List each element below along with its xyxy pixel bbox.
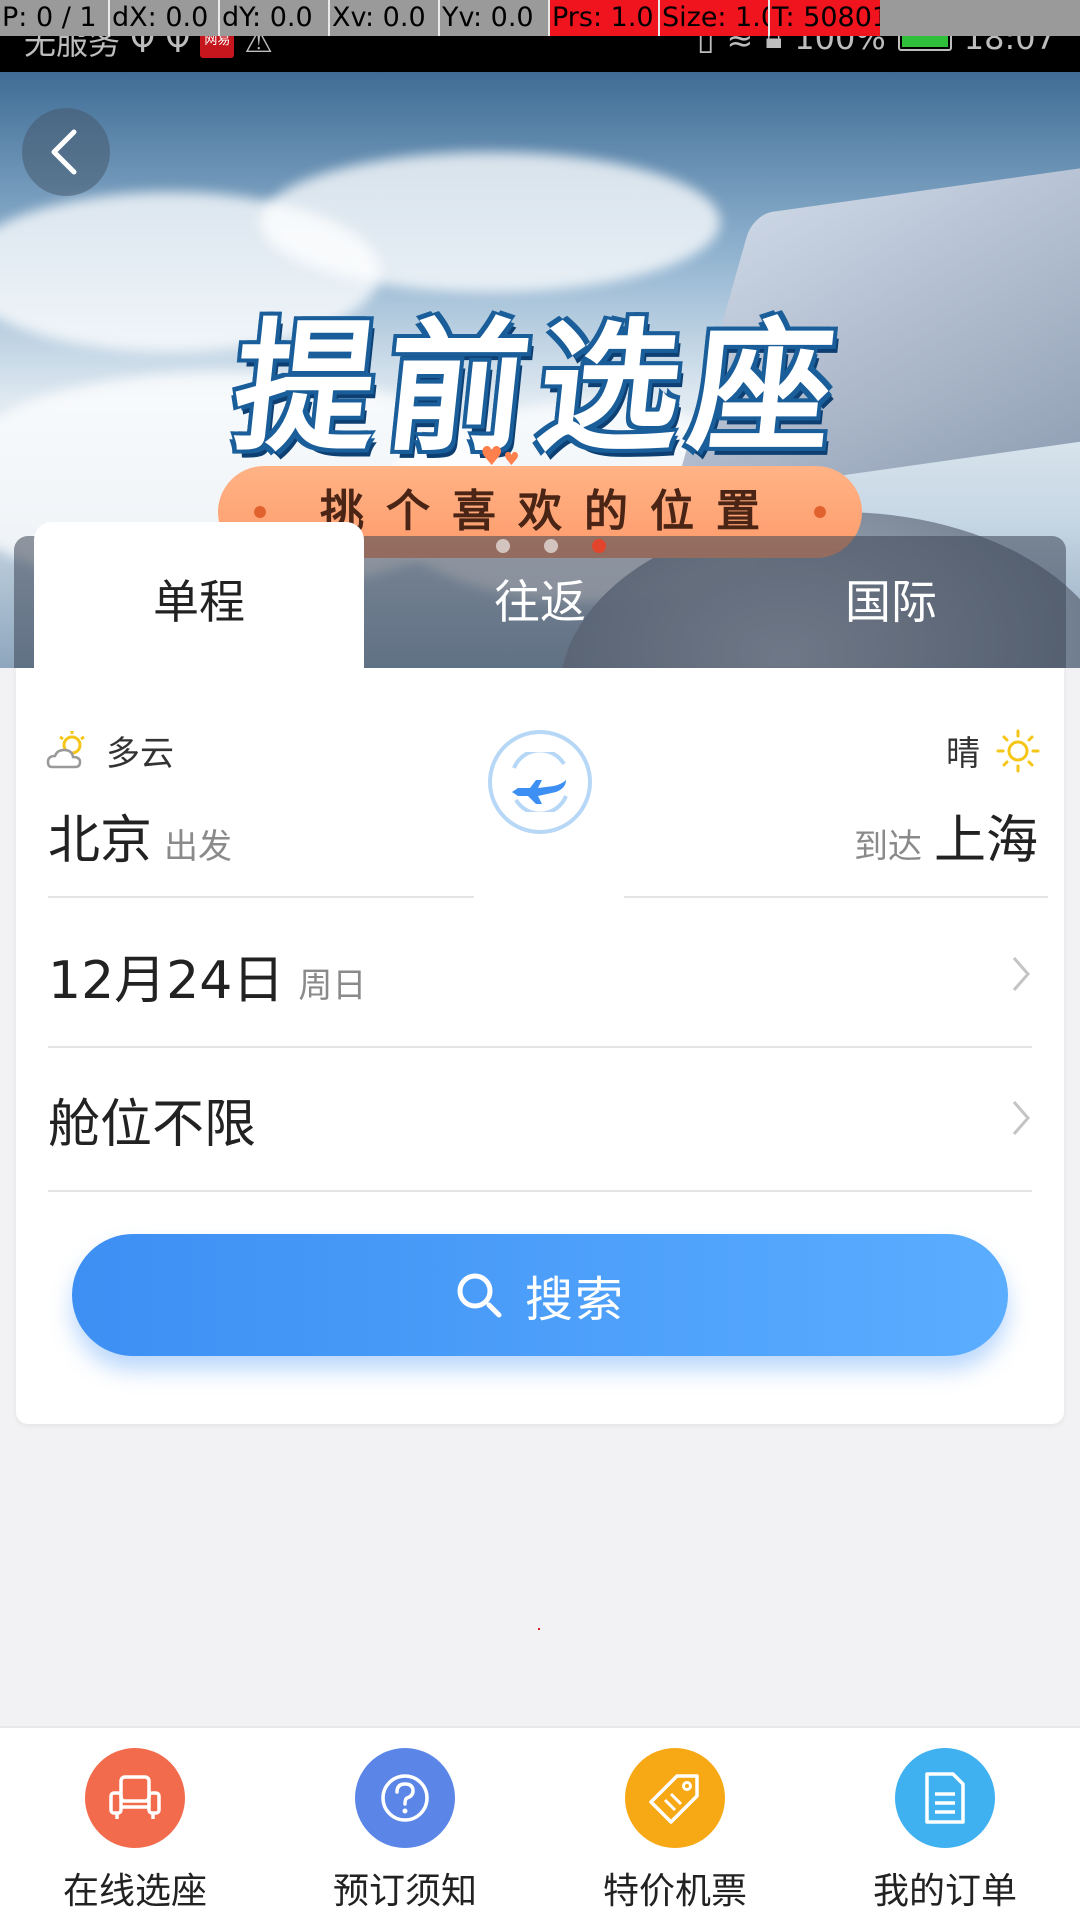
tag-icon — [625, 1748, 725, 1848]
arrival-city-name: 上海 — [933, 811, 1038, 871]
date-picker-row[interactable]: 12月24日 周日 — [48, 904, 1032, 1048]
search-icon — [457, 1273, 502, 1318]
debug-time: T: 508012 — [770, 0, 880, 36]
chevron-right-icon — [1012, 957, 1030, 991]
departure-weather: 多云 — [46, 726, 174, 775]
nav-special-tickets-label: 特价机票 — [602, 1871, 747, 1912]
chevron-right-icon — [1012, 1101, 1030, 1135]
debug-size: Size: 1.0 — [660, 0, 770, 36]
nav-booking-notice[interactable]: 预订须知 — [270, 1728, 540, 1920]
departure-weather-label: 多云 — [106, 734, 174, 774]
pill-dot — [254, 506, 266, 518]
arrival-weather: 晴 — [946, 726, 1040, 775]
debug-pressure: Prs: 1.0 — [550, 0, 660, 36]
departure-city-name: 北京 — [48, 811, 153, 871]
cloudy-sun-icon — [46, 730, 85, 768]
flight-search-form: 多云 晴 北京 出发 到达 上海 12月24日 周日 舱位不限 搜索 — [16, 668, 1064, 1424]
pill-dot — [814, 506, 826, 518]
search-button[interactable]: 搜索 — [72, 1234, 1008, 1356]
nav-booking-notice-label: 预订须知 — [332, 1871, 477, 1912]
chevron-left-icon — [51, 129, 77, 175]
tab-round-trip[interactable]: 往返 — [375, 536, 705, 668]
bottom-nav: 在线选座 预订须知 特价机票 我的订单 — [0, 1726, 1080, 1920]
nav-my-orders[interactable]: 我的订单 — [810, 1728, 1080, 1920]
pager-dot-active — [592, 539, 606, 553]
pager-dot — [544, 539, 558, 553]
departure-hint: 出发 — [164, 827, 233, 867]
debug-yv: Yv: 0.0 — [440, 0, 550, 36]
seat-icon — [85, 1748, 185, 1848]
cabin-class: 舱位不限 — [48, 1094, 257, 1155]
arrival-hint: 到达 — [853, 827, 922, 867]
debug-pointer: P: 0 / 1 — [0, 0, 110, 36]
back-button[interactable] — [22, 108, 110, 196]
departure-weekday: 周日 — [298, 965, 367, 1006]
banner-pager — [496, 539, 606, 553]
cabin-class-row[interactable]: 舱位不限 — [48, 1048, 1032, 1192]
swap-cities-button[interactable] — [488, 730, 592, 834]
departure-divider — [48, 896, 474, 898]
hearts-icon: ♥♥ — [480, 442, 520, 472]
tab-international[interactable]: 国际 — [726, 536, 1056, 668]
arrival-city[interactable]: 到达 上海 — [854, 798, 1038, 873]
question-icon — [355, 1748, 455, 1848]
debug-dy: dY: 0.0 — [220, 0, 330, 36]
nav-online-seat[interactable]: 在线选座 — [0, 1728, 270, 1920]
arrival-divider — [624, 896, 1048, 898]
cloud-shape — [260, 152, 720, 292]
debug-xv: Xv: 0.0 — [330, 0, 440, 36]
airplane-swap-icon — [512, 752, 568, 812]
pointer-debug-bar: P: 0 / 1 dX: 0.0 dY: 0.0 Xv: 0.0 Yv: 0.0… — [0, 0, 1080, 36]
pager-dot — [496, 539, 510, 553]
arrival-weather-label: 晴 — [946, 734, 980, 774]
touch-indicator-dot — [538, 1628, 540, 1630]
trip-type-tabs: 单程 往返 国际 — [14, 522, 1066, 668]
tab-one-way[interactable]: 单程 — [34, 522, 364, 668]
banner-subtitle: 挑个喜欢的位置 — [320, 486, 782, 537]
nav-special-tickets[interactable]: 特价机票 — [540, 1728, 810, 1920]
sun-icon — [996, 729, 1040, 772]
banner-title: 提前选座 — [225, 306, 852, 471]
nav-online-seat-label: 在线选座 — [62, 1871, 207, 1912]
departure-city[interactable]: 北京 出发 — [48, 798, 232, 873]
nav-my-orders-label: 我的订单 — [872, 1871, 1017, 1912]
search-button-label: 搜索 — [524, 1272, 625, 1328]
debug-dx: dX: 0.0 — [110, 0, 220, 36]
document-icon — [895, 1748, 995, 1848]
departure-date: 12月24日 — [48, 950, 285, 1011]
